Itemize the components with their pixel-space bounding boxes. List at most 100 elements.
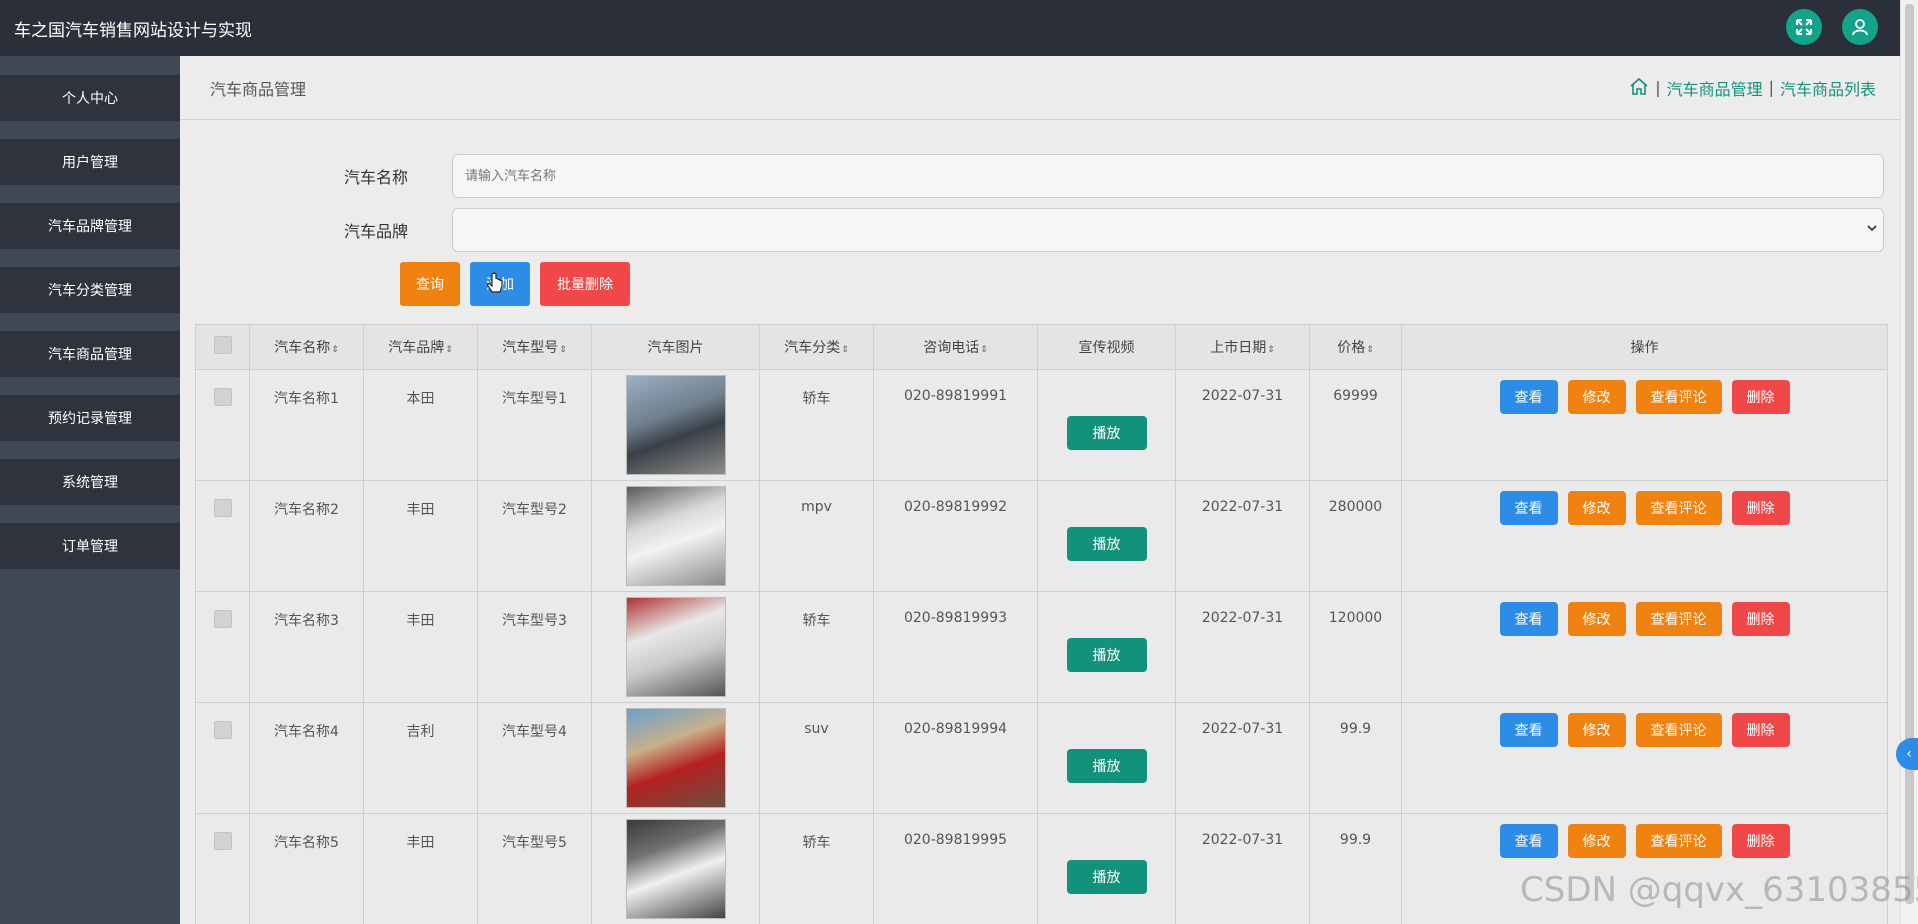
row-checkbox[interactable] [213,388,232,406]
phone-cell: 020-89819995 [873,813,1038,924]
car-category-cell: 轿车 [759,813,874,924]
car-brand-cell: 丰田 [363,480,478,592]
sidebar-item-appointment-management[interactable]: 预约记录管理 [0,395,180,441]
car-category-cell: 轿车 [759,591,874,703]
play-video-button[interactable]: 播放 [1066,527,1147,561]
release-date-cell: 2022-07-31 [1175,369,1310,481]
sort-icon[interactable]: ⇕ [445,345,453,355]
breadcrumb-item-list[interactable]: 汽车商品列表 [1780,76,1876,100]
play-video-button[interactable]: 播放 [1066,638,1147,672]
car-thumbnail-image [625,375,726,475]
car-thumbnail-image [625,819,726,919]
view-comments-button[interactable]: 查看评论 [1635,824,1722,858]
view-button[interactable]: 查看 [1499,713,1558,747]
car-name-cell: 汽车名称1 [249,369,364,481]
operations-cell: 查看 修改 查看评论 删除 [1401,480,1888,592]
view-comments-button[interactable]: 查看评论 [1635,380,1722,414]
play-video-button[interactable]: 播放 [1066,749,1147,783]
car-category-cell: suv [759,702,874,814]
car-brand-select[interactable] [452,208,1884,252]
delete-button[interactable]: 删除 [1731,602,1790,636]
edit-button[interactable]: 修改 [1567,491,1626,525]
row-checkbox[interactable] [213,499,232,517]
select-all-checkbox[interactable] [213,336,232,354]
delete-button[interactable]: 删除 [1731,380,1790,414]
query-button[interactable]: 查询 [400,262,460,306]
car-brand-cell: 丰田 [363,591,478,703]
col-header-video: 宣传视频 [1037,324,1176,370]
home-icon[interactable] [1629,76,1649,100]
row-select-cell [195,369,250,481]
edit-button[interactable]: 修改 [1567,824,1626,858]
breadcrumb-item-management[interactable]: 汽车商品管理 [1667,76,1763,100]
view-button[interactable]: 查看 [1499,491,1558,525]
col-header-phone[interactable]: 咨询电话⇕ [873,324,1038,370]
sort-icon[interactable]: ⇕ [841,345,849,355]
table-row: 汽车名称1 本田 汽车型号1 轿车 020-89819991 播放 2022-07-31 69… [195,369,1888,481]
sort-icon[interactable]: ⇕ [1267,345,1275,355]
view-comments-button[interactable]: 查看评论 [1635,491,1722,525]
operations-cell: 查看 修改 查看评论 删除 [1401,369,1888,481]
car-image-cell [591,702,760,814]
view-button[interactable]: 查看 [1499,824,1558,858]
row-select-cell [195,480,250,592]
window-scrollbar[interactable] [1900,0,1918,924]
row-checkbox[interactable] [213,721,232,739]
car-name-search-input[interactable] [452,154,1884,198]
col-header-price[interactable]: 价格⇕ [1309,324,1402,370]
operations-cell: 查看 修改 查看评论 删除 [1401,702,1888,814]
car-image-cell [591,813,760,924]
col-header-model[interactable]: 汽车型号⇕ [477,324,592,370]
col-header-category[interactable]: 汽车分类⇕ [759,324,874,370]
table-header-row: 汽车名称⇕ 汽车品牌⇕ 汽车型号⇕ 汽车图片 汽车分类⇕ 咨询电话⇕ 宣传视频 … [195,324,1888,370]
mouse-cursor-icon [486,272,506,300]
fullscreen-icon[interactable] [1786,9,1822,45]
car-image-cell [591,480,760,592]
car-model-cell: 汽车型号1 [477,369,592,481]
sort-icon[interactable]: ⇕ [1366,345,1374,355]
sidebar-item-system-management[interactable]: 系统管理 [0,459,180,505]
price-cell: 120000 [1309,591,1402,703]
row-checkbox[interactable] [213,832,232,850]
col-header-brand[interactable]: 汽车品牌⇕ [363,324,478,370]
col-header-name[interactable]: 汽车名称⇕ [249,324,364,370]
video-cell: 播放 [1037,813,1176,924]
play-video-button[interactable]: 播放 [1066,860,1147,894]
sort-icon[interactable]: ⇕ [331,345,339,355]
row-select-cell [195,702,250,814]
car-name-cell: 汽车名称4 [249,702,364,814]
col-header-image: 汽车图片 [591,324,760,370]
sidebar-item-car-product-management[interactable]: 汽车商品管理 [0,331,180,377]
sidebar-item-category-management[interactable]: 汽车分类管理 [0,267,180,313]
view-button[interactable]: 查看 [1499,380,1558,414]
delete-button[interactable]: 删除 [1731,824,1790,858]
car-name-cell: 汽车名称5 [249,813,364,924]
sidebar-item-user-management[interactable]: 用户管理 [0,139,180,185]
col-header-date[interactable]: 上市日期⇕ [1175,324,1310,370]
row-checkbox[interactable] [213,610,232,628]
delete-button[interactable]: 删除 [1731,491,1790,525]
batch-delete-button[interactable]: 批量删除 [540,262,630,306]
view-button[interactable]: 查看 [1499,602,1558,636]
sidebar-item-order-management[interactable]: 订单管理 [0,523,180,569]
edit-button[interactable]: 修改 [1567,602,1626,636]
table-row: 汽车名称3 丰田 汽车型号3 轿车 020-89819993 播放 2022-07-31 12… [195,591,1888,703]
view-comments-button[interactable]: 查看评论 [1635,713,1722,747]
car-model-cell: 汽车型号3 [477,591,592,703]
operations-cell: 查看 修改 查看评论 删除 [1401,813,1888,924]
sidebar-item-personal-center[interactable]: 个人中心 [0,75,180,121]
delete-button[interactable]: 删除 [1731,713,1790,747]
play-video-button[interactable]: 播放 [1066,416,1147,450]
release-date-cell: 2022-07-31 [1175,702,1310,814]
page-header: 汽车商品管理 | 汽车商品管理 | 汽车商品列表 [180,56,1900,120]
edit-button[interactable]: 修改 [1567,713,1626,747]
action-buttons: 查询 添加 批量删除 [400,262,630,306]
chevron-down-icon [1867,223,1877,236]
sort-icon[interactable]: ⇕ [980,345,988,355]
edit-button[interactable]: 修改 [1567,380,1626,414]
view-comments-button[interactable]: 查看评论 [1635,602,1722,636]
sort-icon[interactable]: ⇕ [559,345,567,355]
sidebar-item-brand-management[interactable]: 汽车品牌管理 [0,203,180,249]
car-thumbnail-image [625,708,726,808]
user-avatar-icon[interactable] [1842,9,1878,45]
